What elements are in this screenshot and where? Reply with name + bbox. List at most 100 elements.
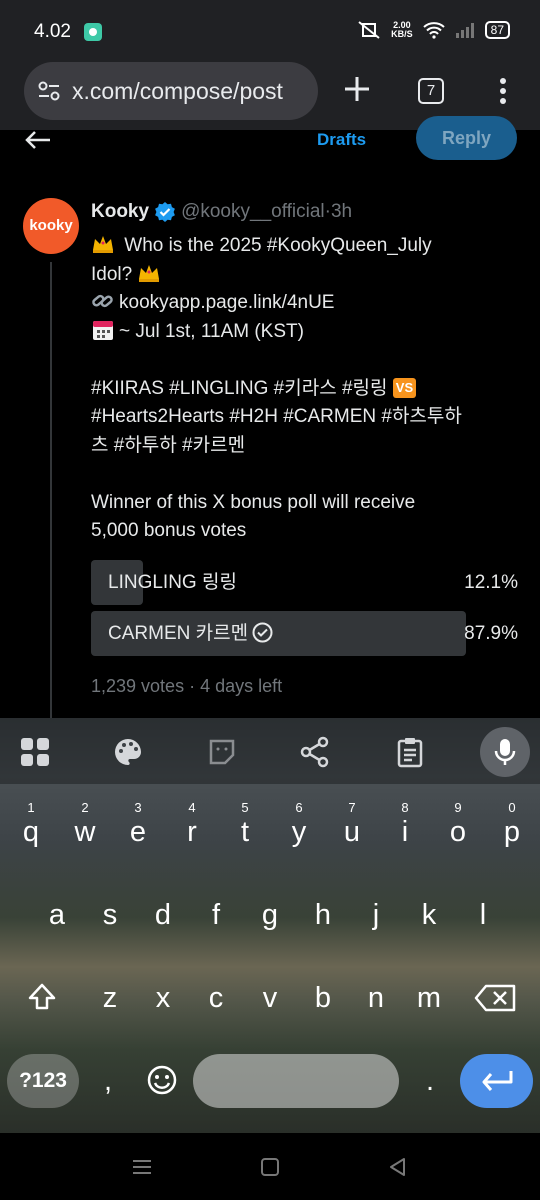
- key-l[interactable]: l: [458, 885, 508, 945]
- key-q[interactable]: 1q: [6, 800, 56, 862]
- key-y[interactable]: 6y: [274, 800, 324, 862]
- key-j[interactable]: j: [351, 885, 401, 945]
- enter-key[interactable]: [460, 1054, 533, 1108]
- tweet-line: Who is the 2025 #KookyQueen_July: [91, 232, 521, 261]
- tweet-line: Winner of this X bonus poll will receive: [91, 491, 416, 513]
- tab-switcher-button[interactable]: 7: [418, 78, 444, 104]
- key-row-3: zxcvbnm: [0, 968, 540, 1028]
- tweet-line[interactable]: 츠 #하투하 #카르멘: [91, 432, 521, 461]
- status-bar: 4.02 2.00 KB/S 87: [0, 0, 540, 62]
- poll-percent: 87.9%: [464, 623, 518, 644]
- status-icons: 2.00 KB/S 87: [357, 20, 510, 40]
- overflow-menu-icon[interactable]: [496, 76, 510, 106]
- poll-option[interactable]: LINGLING 링링 12.1%: [91, 560, 518, 605]
- shift-icon[interactable]: [27, 982, 57, 1012]
- key-i[interactable]: 8i: [380, 800, 430, 862]
- url-text[interactable]: x.com/compose/post: [72, 78, 283, 105]
- keyboard: 1q2w3e4r5t6y7u8i9o0p asdfghjkl zxcvbnm ?…: [0, 718, 540, 1133]
- key-a[interactable]: a: [32, 885, 82, 945]
- clipboard-icon[interactable]: [394, 736, 426, 768]
- poll-votes: 1,239 votes: [91, 676, 185, 696]
- verified-badge-icon: [155, 202, 175, 222]
- compose-header: Drafts Reply: [0, 116, 540, 174]
- link-icon: [92, 294, 113, 308]
- theme-palette-icon[interactable]: [112, 736, 144, 768]
- share-icon[interactable]: [299, 736, 331, 768]
- tweet-link[interactable]: kookyapp.page.link/4nUE: [119, 292, 334, 313]
- author-name[interactable]: Kooky: [91, 201, 149, 223]
- key-row-2: asdfghjkl: [0, 885, 540, 945]
- tweet-line: Idol?: [91, 261, 521, 290]
- vs-badge: VS: [392, 377, 417, 398]
- key-m[interactable]: m: [404, 968, 454, 1028]
- poll-option-label: CARMEN 카르멘: [108, 611, 273, 656]
- comma-key[interactable]: ,: [83, 1054, 133, 1108]
- key-p[interactable]: 0p: [487, 800, 537, 862]
- apps-grid-icon[interactable]: [19, 736, 51, 768]
- poll-option-label: LINGLING 링링: [108, 572, 237, 593]
- crown-icon: [93, 236, 113, 253]
- wifi-icon: [422, 22, 445, 39]
- backspace-icon[interactable]: [474, 984, 516, 1012]
- key-row-1: 1q2w3e4r5t6y7u8i9o0p: [0, 800, 540, 862]
- address-bar[interactable]: x.com/compose/post: [24, 62, 318, 120]
- net-speed: 2.00 KB/S: [391, 20, 413, 39]
- signal-icon: [455, 23, 474, 38]
- status-time: 4.02: [34, 21, 71, 42]
- recent-apps-icon[interactable]: [130, 1155, 154, 1179]
- hashtags[interactable]: #KIIRAS #LINGLING #키라스 #링링: [91, 378, 393, 399]
- sticker-icon[interactable]: [206, 736, 238, 768]
- key-v[interactable]: v: [245, 968, 295, 1028]
- site-settings-icon[interactable]: [36, 78, 62, 104]
- system-nav-bar: [0, 1133, 540, 1200]
- symbols-key[interactable]: ?123: [7, 1054, 79, 1108]
- battery-indicator: 87: [484, 21, 510, 39]
- key-s[interactable]: s: [85, 885, 135, 945]
- tweet-line: ~ Jul 1st, 11AM (KST): [91, 318, 521, 347]
- back-nav-icon[interactable]: [386, 1155, 410, 1179]
- microphone-icon: [494, 739, 516, 765]
- poll-percent: 12.1%: [464, 572, 518, 593]
- poll-option[interactable]: CARMEN 카르멘 87.9%: [91, 611, 518, 656]
- tweet-time[interactable]: 3h: [331, 201, 352, 223]
- tweet-text: Who is the 2025 #KookyQueen_July Idol? k…: [91, 232, 521, 546]
- key-d[interactable]: d: [138, 885, 188, 945]
- voice-input-button[interactable]: [480, 727, 530, 777]
- keyboard-toolbar: [0, 718, 540, 784]
- poll-meta: 1,239 votes · 4 days left: [91, 676, 283, 696]
- key-t[interactable]: 5t: [220, 800, 270, 862]
- calendar-icon: [93, 320, 113, 340]
- emoji-icon[interactable]: [146, 1064, 178, 1096]
- key-x[interactable]: x: [138, 968, 188, 1028]
- reply-button[interactable]: Reply: [416, 116, 517, 160]
- period-key[interactable]: .: [405, 1054, 455, 1108]
- avatar[interactable]: kooky: [23, 198, 79, 254]
- drafts-button[interactable]: Drafts: [317, 130, 366, 150]
- tweet-line[interactable]: #Hearts2Hearts #H2H #CARMEN #하츠투하: [91, 403, 521, 432]
- app-notification-icon: [84, 23, 102, 41]
- key-z[interactable]: z: [85, 968, 135, 1028]
- key-f[interactable]: f: [191, 885, 241, 945]
- back-arrow-icon[interactable]: [24, 130, 52, 150]
- poll-time-left: 4 days left: [200, 676, 283, 696]
- thread-line: [50, 262, 52, 718]
- key-b[interactable]: b: [298, 968, 348, 1028]
- tweet-line: kookyapp.page.link/4nUE: [91, 289, 521, 318]
- home-icon[interactable]: [258, 1155, 282, 1179]
- tweet-author-row: Kooky @kooky__official · 3h: [91, 201, 352, 223]
- key-n[interactable]: n: [351, 968, 401, 1028]
- key-e[interactable]: 3e: [113, 800, 163, 862]
- key-r[interactable]: 4r: [167, 800, 217, 862]
- key-k[interactable]: k: [404, 885, 454, 945]
- space-bar[interactable]: [193, 1054, 399, 1108]
- key-w[interactable]: 2w: [60, 800, 110, 862]
- key-g[interactable]: g: [245, 885, 295, 945]
- enter-arrow-icon: [482, 1071, 513, 1091]
- key-o[interactable]: 9o: [433, 800, 483, 862]
- tweet-line: #KIIRAS #LINGLING #키라스 #링링 VS: [91, 375, 521, 404]
- key-u[interactable]: 7u: [327, 800, 377, 862]
- key-c[interactable]: c: [191, 968, 241, 1028]
- key-h[interactable]: h: [298, 885, 348, 945]
- new-tab-icon[interactable]: [340, 72, 374, 106]
- author-handle[interactable]: @kooky__official: [181, 201, 325, 223]
